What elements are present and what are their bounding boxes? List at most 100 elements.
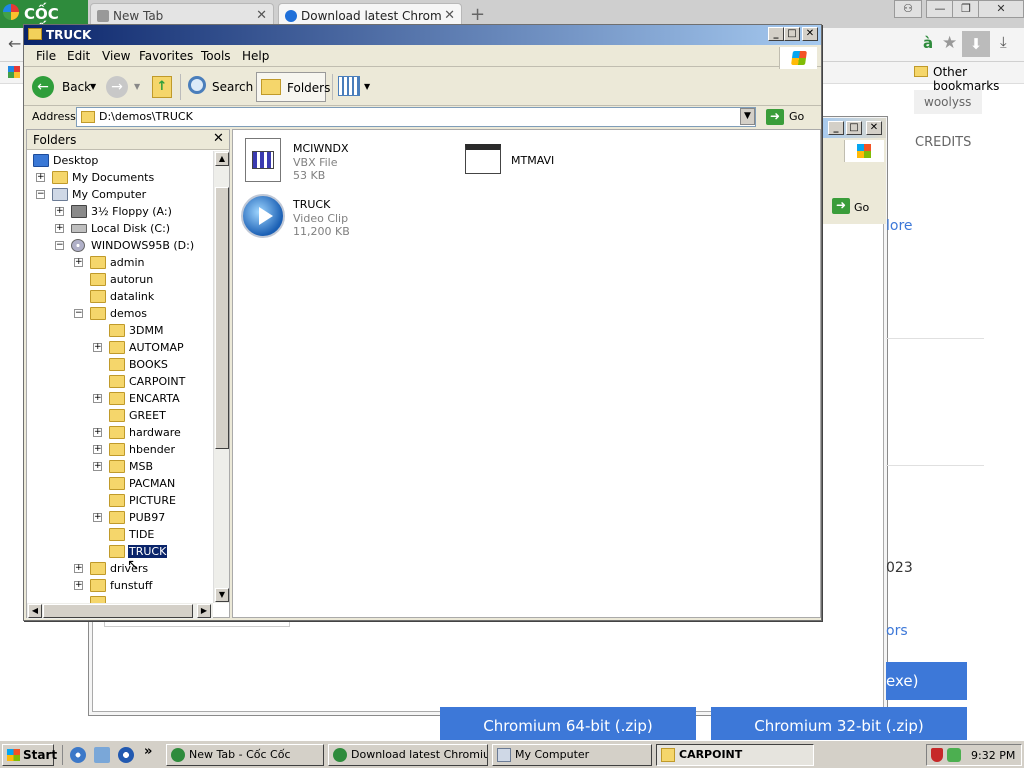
task-carpoint[interactable]: CARPOINT [656, 744, 814, 766]
clock[interactable]: 9:32 PM [971, 749, 1015, 762]
back-button[interactable]: ← Back [30, 72, 98, 102]
close-icon[interactable]: ✕ [978, 0, 1024, 18]
new-tab-plus-icon[interactable]: + [470, 4, 485, 25]
expand-icon[interactable]: + [74, 564, 83, 573]
close-icon[interactable]: ✕ [256, 8, 267, 23]
download-64bit-button[interactable]: Chromium 64-bit (.zip) [440, 707, 696, 740]
menu-view[interactable]: View [102, 49, 130, 63]
network-icon[interactable] [947, 748, 961, 762]
file-list-pane: MCIWNDX VBX File 53 KB MTMAVI TRUCK Vide… [232, 129, 821, 618]
expand-icon[interactable]: + [55, 207, 64, 216]
address-dropdown-icon[interactable]: ▼ [740, 108, 755, 125]
address-input[interactable]: D:\demos\TRUCK [76, 107, 756, 127]
mouse-cursor-icon: ↖ [127, 557, 139, 573]
menu-tools[interactable]: Tools [201, 49, 231, 63]
back-dropdown-icon[interactable]: ▼ [90, 82, 96, 91]
folder-icon [109, 324, 125, 337]
restore-icon[interactable]: ❐ [952, 0, 980, 18]
go-button[interactable]: ➜ Go [822, 196, 884, 218]
apps-grid-icon[interactable] [8, 66, 20, 78]
profile-icon[interactable]: ⚇ [894, 0, 922, 18]
download-32bit-button[interactable]: Chromium 32-bit (.zip) [711, 707, 967, 740]
menu-help[interactable]: Help [242, 49, 269, 63]
download-exe-button[interactable]: exe) [886, 662, 967, 700]
scroll-right-icon[interactable]: ▶ [197, 604, 211, 618]
maximize-icon[interactable]: □ [846, 121, 862, 135]
collapse-icon[interactable]: − [74, 309, 83, 318]
expand-icon[interactable]: + [93, 343, 102, 352]
up-folder-icon[interactable]: ↑ [152, 76, 172, 98]
desktop-icon[interactable] [94, 747, 110, 763]
quicklaunch-more-icon[interactable]: » [144, 744, 152, 759]
folder-icon [109, 477, 125, 490]
collapse-icon[interactable]: − [36, 190, 45, 199]
coccoc-extension-icon[interactable]: à [923, 34, 933, 52]
maximize-icon[interactable]: □ [784, 27, 800, 41]
expand-icon[interactable]: + [93, 394, 102, 403]
search-icon [188, 76, 206, 94]
credits-link[interactable]: CREDITS [915, 135, 971, 150]
start-button[interactable]: Start [2, 744, 57, 766]
task-new-tab[interactable]: New Tab - Cốc Cốc [166, 744, 324, 766]
go-button[interactable]: ➜ Go [763, 107, 808, 127]
expand-icon[interactable]: + [93, 513, 102, 522]
folder-icon [109, 511, 125, 524]
shield-icon[interactable] [931, 748, 943, 762]
expand-icon[interactable]: + [55, 224, 64, 233]
windows-logo [779, 47, 817, 69]
contributors-link[interactable]: ors [886, 623, 908, 639]
internet-explorer-icon[interactable] [70, 747, 86, 763]
media-player-icon[interactable] [118, 747, 134, 763]
disk-icon [71, 224, 87, 233]
file-name: MCIWNDX [293, 142, 349, 155]
go-arrow-icon: ➜ [832, 198, 850, 214]
file-item-truck[interactable]: TRUCK Video Clip 11,200 KB [241, 192, 421, 240]
task-my-computer[interactable]: My Computer [492, 744, 652, 766]
menu-favorites[interactable]: Favorites [139, 49, 193, 63]
scroll-thumb[interactable] [43, 604, 193, 618]
close-icon[interactable]: ✕ [213, 131, 224, 146]
downloads-icon[interactable]: ⤓ [1000, 33, 1007, 51]
scroll-left-icon[interactable]: ◀ [28, 604, 42, 618]
folders-button[interactable]: Folders [256, 72, 330, 102]
search-button[interactable]: Search [186, 72, 256, 102]
tree-vertical-scrollbar[interactable]: ▲ ▼ [213, 151, 229, 603]
scroll-down-icon[interactable]: ▼ [215, 588, 229, 602]
views-grid-icon[interactable] [338, 76, 360, 96]
minimize-icon[interactable]: _ [828, 121, 844, 135]
close-icon[interactable]: ✕ [444, 8, 455, 23]
expand-icon[interactable]: + [93, 445, 102, 454]
other-bookmarks[interactable]: Other bookmarks [933, 65, 1024, 93]
collapse-icon[interactable]: − [55, 241, 64, 250]
more-link[interactable]: lore [886, 218, 913, 234]
folder-icon [109, 392, 125, 405]
minimize-icon[interactable]: — [926, 0, 954, 18]
tree-horizontal-scrollbar[interactable]: ◀ ▶ [27, 603, 213, 619]
forward-arrow-icon[interactable]: → [106, 76, 128, 98]
file-item-mtmavi[interactable]: MTMAVI [459, 136, 639, 184]
close-icon[interactable]: ✕ [866, 121, 882, 135]
scroll-up-icon[interactable]: ▲ [215, 152, 229, 166]
views-dropdown-icon[interactable]: ▼ [364, 82, 370, 91]
expand-icon[interactable]: + [36, 173, 45, 182]
folder-icon [109, 426, 125, 439]
expand-icon[interactable]: + [93, 428, 102, 437]
menu-edit[interactable]: Edit [67, 49, 90, 63]
star-icon[interactable]: ★ [942, 33, 957, 53]
address-label: Address [32, 110, 76, 123]
task-download-chromium[interactable]: Download latest Chromiu... [328, 744, 488, 766]
forward-dropdown-icon[interactable]: ▼ [134, 82, 140, 91]
scroll-thumb[interactable] [215, 187, 229, 449]
user-name-badge[interactable]: woolyss [914, 90, 982, 114]
file-item-mciwndx[interactable]: MCIWNDX VBX File 53 KB [241, 136, 421, 184]
expand-icon[interactable]: + [74, 258, 83, 267]
explorer-titlebar[interactable]: TRUCK [24, 25, 821, 45]
back-arrow-icon[interactable]: ← [8, 34, 21, 53]
close-icon[interactable]: ✕ [802, 27, 818, 41]
folder-icon [52, 171, 68, 184]
menu-file[interactable]: File [36, 49, 56, 63]
download-arrow-icon[interactable]: ⬇ [962, 31, 990, 57]
expand-icon[interactable]: + [93, 462, 102, 471]
minimize-icon[interactable]: _ [768, 27, 784, 41]
expand-icon[interactable]: + [74, 581, 83, 590]
